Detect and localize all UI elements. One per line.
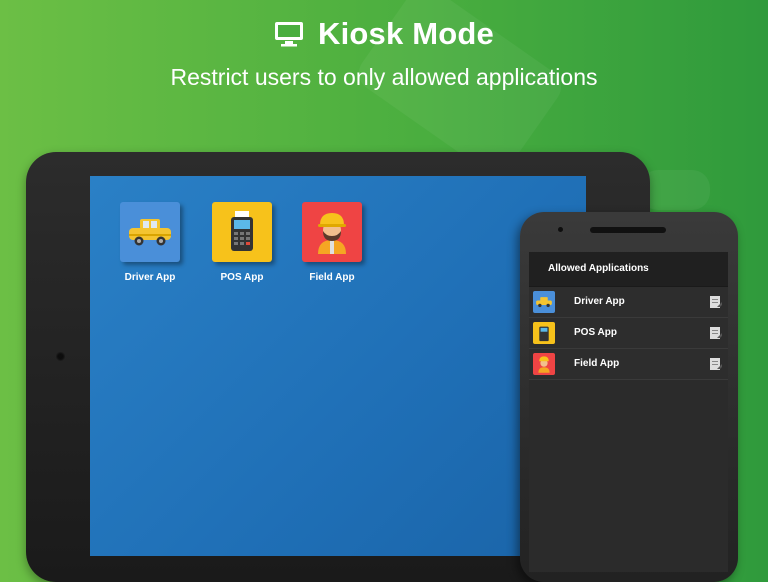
- allowed-apps-header: Allowed Applications: [529, 252, 728, 287]
- tablet-screen: Driver App POS App Field App: [90, 176, 586, 556]
- app-field[interactable]: Field App: [287, 202, 377, 283]
- app-label: Field App: [309, 272, 355, 283]
- list-item[interactable]: Driver App: [529, 287, 728, 318]
- title-row: Kiosk Mode: [0, 16, 768, 52]
- page-title: Kiosk Mode: [318, 16, 494, 51]
- phone-camera: [558, 227, 563, 232]
- pos-terminal-icon: [533, 322, 555, 344]
- monitor-icon: [275, 22, 304, 47]
- app-label: Driver App: [124, 272, 176, 283]
- app-pos[interactable]: POS App: [197, 202, 287, 283]
- taxi-icon: [120, 202, 180, 262]
- list-item-label: Field App: [574, 358, 620, 369]
- background-shape: [640, 170, 710, 210]
- phone-device: Allowed Applications Driver App POS App …: [520, 212, 738, 582]
- taxi-icon: [533, 291, 555, 313]
- phone-screen: Allowed Applications Driver App POS App …: [529, 252, 728, 572]
- page-subtitle: Restrict users to only allowed applicati…: [170, 64, 598, 90]
- edit-icon[interactable]: [710, 296, 722, 308]
- list-item-label: POS App: [574, 327, 617, 338]
- phone-speaker: [590, 227, 666, 233]
- pos-terminal-icon: [212, 202, 272, 262]
- worker-icon: [533, 353, 555, 375]
- app-driver[interactable]: Driver App: [105, 202, 195, 283]
- list-item-label: Driver App: [574, 296, 625, 307]
- tablet-camera: [56, 352, 65, 361]
- edit-icon[interactable]: [710, 358, 722, 370]
- list-item[interactable]: Field App: [529, 349, 728, 380]
- list-item[interactable]: POS App: [529, 318, 728, 349]
- header: Kiosk Mode Restrict users to only allowe…: [0, 0, 768, 100]
- app-label: POS App: [220, 272, 264, 283]
- worker-icon: [302, 202, 362, 262]
- edit-icon[interactable]: [710, 327, 722, 339]
